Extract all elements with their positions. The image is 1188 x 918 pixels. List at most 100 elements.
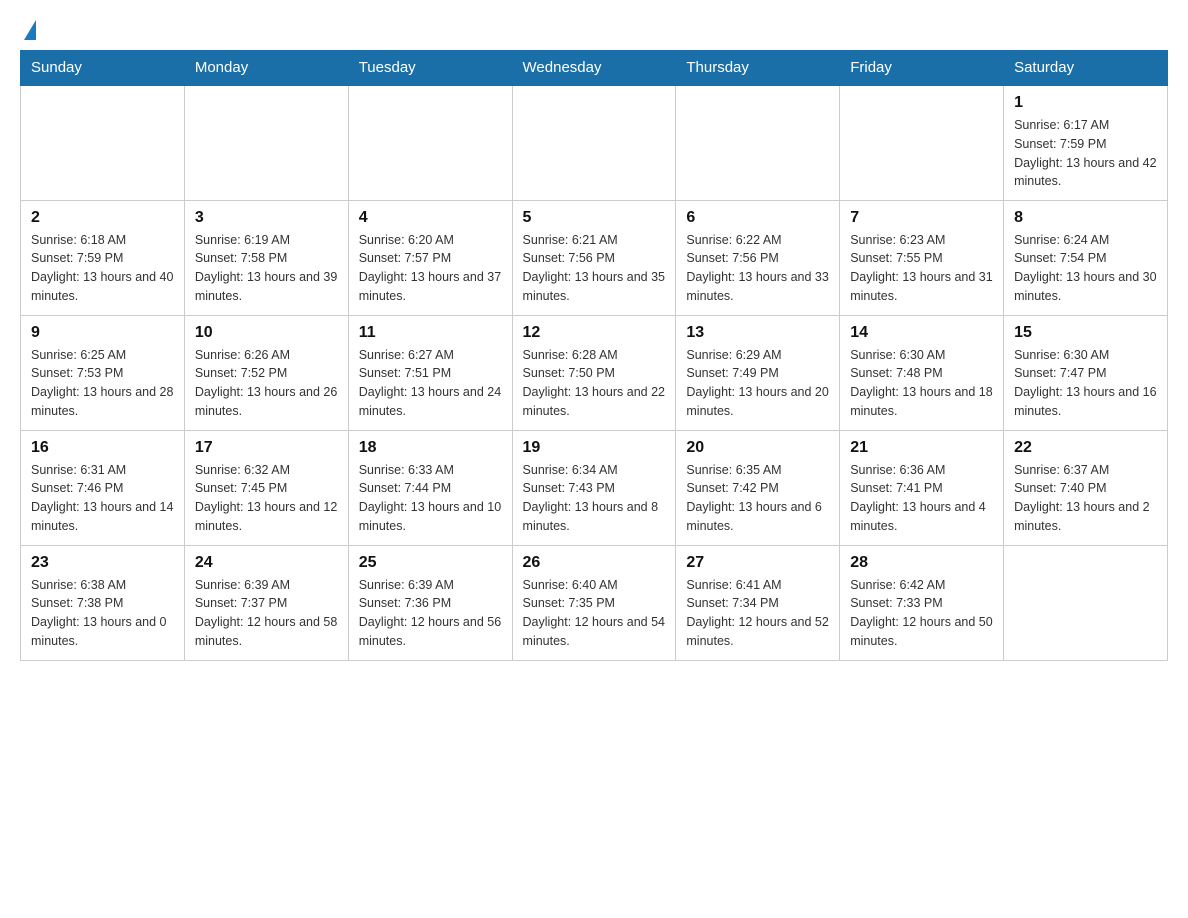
calendar-day-cell: [348, 85, 512, 200]
logo-triangle-icon: [24, 20, 36, 40]
day-info: Sunrise: 6:19 AMSunset: 7:58 PMDaylight:…: [195, 231, 338, 306]
day-number: 25: [359, 554, 502, 572]
calendar-day-cell: 7 Sunrise: 6:23 AMSunset: 7:55 PMDaylight…: [840, 200, 1004, 315]
day-info: Sunrise: 6:25 AMSunset: 7:53 PMDaylight:…: [31, 346, 174, 421]
calendar-day-cell: [512, 85, 676, 200]
day-number: 16: [31, 439, 174, 457]
calendar-day-cell: [840, 85, 1004, 200]
day-info: Sunrise: 6:20 AMSunset: 7:57 PMDaylight:…: [359, 231, 502, 306]
day-number: 9: [31, 324, 174, 342]
calendar-week-row: 1 Sunrise: 6:17 AMSunset: 7:59 PMDaylight…: [21, 85, 1168, 200]
day-info: Sunrise: 6:29 AMSunset: 7:49 PMDaylight:…: [686, 346, 829, 421]
calendar-day-cell: 27 Sunrise: 6:41 AMSunset: 7:34 PMDayligh…: [676, 545, 840, 660]
day-info: Sunrise: 6:37 AMSunset: 7:40 PMDaylight:…: [1014, 461, 1157, 536]
calendar-day-cell: 13 Sunrise: 6:29 AMSunset: 7:49 PMDayligh…: [676, 315, 840, 430]
day-info: Sunrise: 6:22 AMSunset: 7:56 PMDaylight:…: [686, 231, 829, 306]
calendar-day-cell: 22 Sunrise: 6:37 AMSunset: 7:40 PMDayligh…: [1004, 430, 1168, 545]
day-info: Sunrise: 6:38 AMSunset: 7:38 PMDaylight:…: [31, 576, 174, 651]
day-of-week-header: Monday: [184, 51, 348, 86]
day-of-week-header: Thursday: [676, 51, 840, 86]
day-info: Sunrise: 6:33 AMSunset: 7:44 PMDaylight:…: [359, 461, 502, 536]
day-number: 24: [195, 554, 338, 572]
calendar-day-cell: 19 Sunrise: 6:34 AMSunset: 7:43 PMDayligh…: [512, 430, 676, 545]
day-info: Sunrise: 6:39 AMSunset: 7:37 PMDaylight:…: [195, 576, 338, 651]
calendar-table: SundayMondayTuesdayWednesdayThursdayFrid…: [20, 50, 1168, 661]
calendar-day-cell: 8 Sunrise: 6:24 AMSunset: 7:54 PMDaylight…: [1004, 200, 1168, 315]
calendar-header-row: SundayMondayTuesdayWednesdayThursdayFrid…: [21, 51, 1168, 86]
day-info: Sunrise: 6:18 AMSunset: 7:59 PMDaylight:…: [31, 231, 174, 306]
day-number: 6: [686, 209, 829, 227]
day-number: 26: [523, 554, 666, 572]
day-number: 3: [195, 209, 338, 227]
calendar-day-cell: 28 Sunrise: 6:42 AMSunset: 7:33 PMDayligh…: [840, 545, 1004, 660]
day-info: Sunrise: 6:28 AMSunset: 7:50 PMDaylight:…: [523, 346, 666, 421]
day-of-week-header: Wednesday: [512, 51, 676, 86]
day-info: Sunrise: 6:41 AMSunset: 7:34 PMDaylight:…: [686, 576, 829, 651]
day-info: Sunrise: 6:26 AMSunset: 7:52 PMDaylight:…: [195, 346, 338, 421]
day-number: 20: [686, 439, 829, 457]
day-info: Sunrise: 6:42 AMSunset: 7:33 PMDaylight:…: [850, 576, 993, 651]
day-number: 13: [686, 324, 829, 342]
calendar-day-cell: 18 Sunrise: 6:33 AMSunset: 7:44 PMDayligh…: [348, 430, 512, 545]
calendar-day-cell: 4 Sunrise: 6:20 AMSunset: 7:57 PMDaylight…: [348, 200, 512, 315]
day-info: Sunrise: 6:17 AMSunset: 7:59 PMDaylight:…: [1014, 116, 1157, 191]
day-info: Sunrise: 6:36 AMSunset: 7:41 PMDaylight:…: [850, 461, 993, 536]
day-number: 18: [359, 439, 502, 457]
day-info: Sunrise: 6:24 AMSunset: 7:54 PMDaylight:…: [1014, 231, 1157, 306]
day-info: Sunrise: 6:31 AMSunset: 7:46 PMDaylight:…: [31, 461, 174, 536]
calendar-day-cell: 24 Sunrise: 6:39 AMSunset: 7:37 PMDayligh…: [184, 545, 348, 660]
calendar-day-cell: 12 Sunrise: 6:28 AMSunset: 7:50 PMDayligh…: [512, 315, 676, 430]
calendar-day-cell: 5Sunrise: 6:21 AMSunset: 7:56 PMDaylight…: [512, 200, 676, 315]
calendar-day-cell: 23 Sunrise: 6:38 AMSunset: 7:38 PMDayligh…: [21, 545, 185, 660]
day-info: Sunrise: 6:32 AMSunset: 7:45 PMDaylight:…: [195, 461, 338, 536]
day-number: 12: [523, 324, 666, 342]
logo: [20, 20, 36, 40]
day-number: 27: [686, 554, 829, 572]
day-info: Sunrise: 6:30 AMSunset: 7:47 PMDaylight:…: [1014, 346, 1157, 421]
day-info: Sunrise: 6:23 AMSunset: 7:55 PMDaylight:…: [850, 231, 993, 306]
day-number: 21: [850, 439, 993, 457]
day-number: 11: [359, 324, 502, 342]
calendar-day-cell: 26Sunrise: 6:40 AMSunset: 7:35 PMDayligh…: [512, 545, 676, 660]
calendar-day-cell: 11 Sunrise: 6:27 AMSunset: 7:51 PMDayligh…: [348, 315, 512, 430]
calendar-day-cell: 10Sunrise: 6:26 AMSunset: 7:52 PMDayligh…: [184, 315, 348, 430]
calendar-day-cell: [184, 85, 348, 200]
day-info: Sunrise: 6:35 AMSunset: 7:42 PMDaylight:…: [686, 461, 829, 536]
calendar-day-cell: 16 Sunrise: 6:31 AMSunset: 7:46 PMDayligh…: [21, 430, 185, 545]
day-number: 19: [523, 439, 666, 457]
day-info: Sunrise: 6:27 AMSunset: 7:51 PMDaylight:…: [359, 346, 502, 421]
calendar-week-row: 9 Sunrise: 6:25 AMSunset: 7:53 PMDaylight…: [21, 315, 1168, 430]
calendar-day-cell: [1004, 545, 1168, 660]
page-header: [20, 20, 1168, 40]
calendar-day-cell: 17 Sunrise: 6:32 AMSunset: 7:45 PMDayligh…: [184, 430, 348, 545]
calendar-day-cell: 15 Sunrise: 6:30 AMSunset: 7:47 PMDayligh…: [1004, 315, 1168, 430]
day-number: 5: [523, 209, 666, 227]
day-number: 8: [1014, 209, 1157, 227]
calendar-day-cell: 1 Sunrise: 6:17 AMSunset: 7:59 PMDaylight…: [1004, 85, 1168, 200]
calendar-day-cell: 25Sunrise: 6:39 AMSunset: 7:36 PMDayligh…: [348, 545, 512, 660]
day-number: 15: [1014, 324, 1157, 342]
day-of-week-header: Saturday: [1004, 51, 1168, 86]
day-of-week-header: Friday: [840, 51, 1004, 86]
calendar-day-cell: 14Sunrise: 6:30 AMSunset: 7:48 PMDayligh…: [840, 315, 1004, 430]
day-number: 1: [1014, 94, 1157, 112]
calendar-day-cell: 2 Sunrise: 6:18 AMSunset: 7:59 PMDaylight…: [21, 200, 185, 315]
day-number: 7: [850, 209, 993, 227]
day-info: Sunrise: 6:34 AMSunset: 7:43 PMDaylight:…: [523, 461, 666, 536]
day-number: 17: [195, 439, 338, 457]
calendar-day-cell: 20 Sunrise: 6:35 AMSunset: 7:42 PMDayligh…: [676, 430, 840, 545]
day-number: 2: [31, 209, 174, 227]
calendar-day-cell: 6 Sunrise: 6:22 AMSunset: 7:56 PMDaylight…: [676, 200, 840, 315]
calendar-day-cell: [21, 85, 185, 200]
day-of-week-header: Tuesday: [348, 51, 512, 86]
calendar-day-cell: 3 Sunrise: 6:19 AMSunset: 7:58 PMDaylight…: [184, 200, 348, 315]
day-number: 28: [850, 554, 993, 572]
day-number: 22: [1014, 439, 1157, 457]
day-of-week-header: Sunday: [21, 51, 185, 86]
calendar-week-row: 2 Sunrise: 6:18 AMSunset: 7:59 PMDaylight…: [21, 200, 1168, 315]
calendar-week-row: 16 Sunrise: 6:31 AMSunset: 7:46 PMDayligh…: [21, 430, 1168, 545]
day-number: 4: [359, 209, 502, 227]
calendar-day-cell: 21 Sunrise: 6:36 AMSunset: 7:41 PMDayligh…: [840, 430, 1004, 545]
day-number: 23: [31, 554, 174, 572]
day-info: Sunrise: 6:30 AMSunset: 7:48 PMDaylight:…: [850, 346, 993, 421]
